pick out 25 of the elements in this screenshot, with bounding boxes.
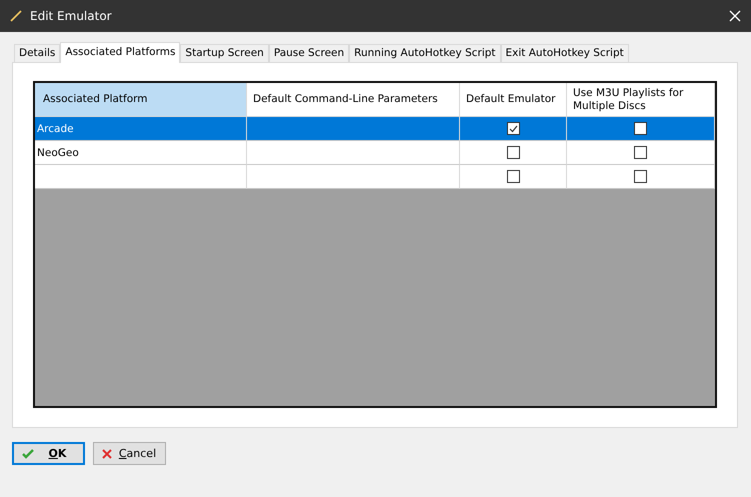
checkbox[interactable] xyxy=(506,170,520,183)
cancel-button[interactable]: Cancel xyxy=(93,442,166,465)
tab[interactable]: Pause Screen xyxy=(268,44,350,62)
pencil-icon xyxy=(10,10,22,22)
tab[interactable]: Startup Screen xyxy=(180,44,269,62)
close-icon[interactable] xyxy=(729,10,741,22)
tab[interactable]: Exit AutoHotkey Script xyxy=(500,44,629,62)
window-title: Edit Emulator xyxy=(30,9,113,23)
checkbox[interactable] xyxy=(634,122,647,135)
check-icon xyxy=(22,448,34,458)
checkbox[interactable] xyxy=(634,170,647,183)
column-header[interactable]: Use M3U Playlists for Multiple Discs xyxy=(567,83,715,117)
tab[interactable]: Running AutoHotkey Script xyxy=(349,44,501,62)
column-header[interactable]: Default Command-Line Parameters xyxy=(247,83,460,117)
tab[interactable]: Details xyxy=(14,44,60,62)
checkbox[interactable] xyxy=(634,146,647,159)
tab[interactable]: Associated Platforms xyxy=(60,42,180,63)
column-header[interactable]: Associated Platform xyxy=(35,83,247,117)
ok-button[interactable]: OK xyxy=(12,442,85,465)
table-cell: Arcade xyxy=(35,117,247,141)
column-header[interactable]: Default Emulator xyxy=(460,83,567,117)
checkbox[interactable] xyxy=(506,122,520,135)
checkbox[interactable] xyxy=(506,146,520,159)
table-cell: NeoGeo xyxy=(35,141,247,165)
close-icon xyxy=(102,448,112,458)
